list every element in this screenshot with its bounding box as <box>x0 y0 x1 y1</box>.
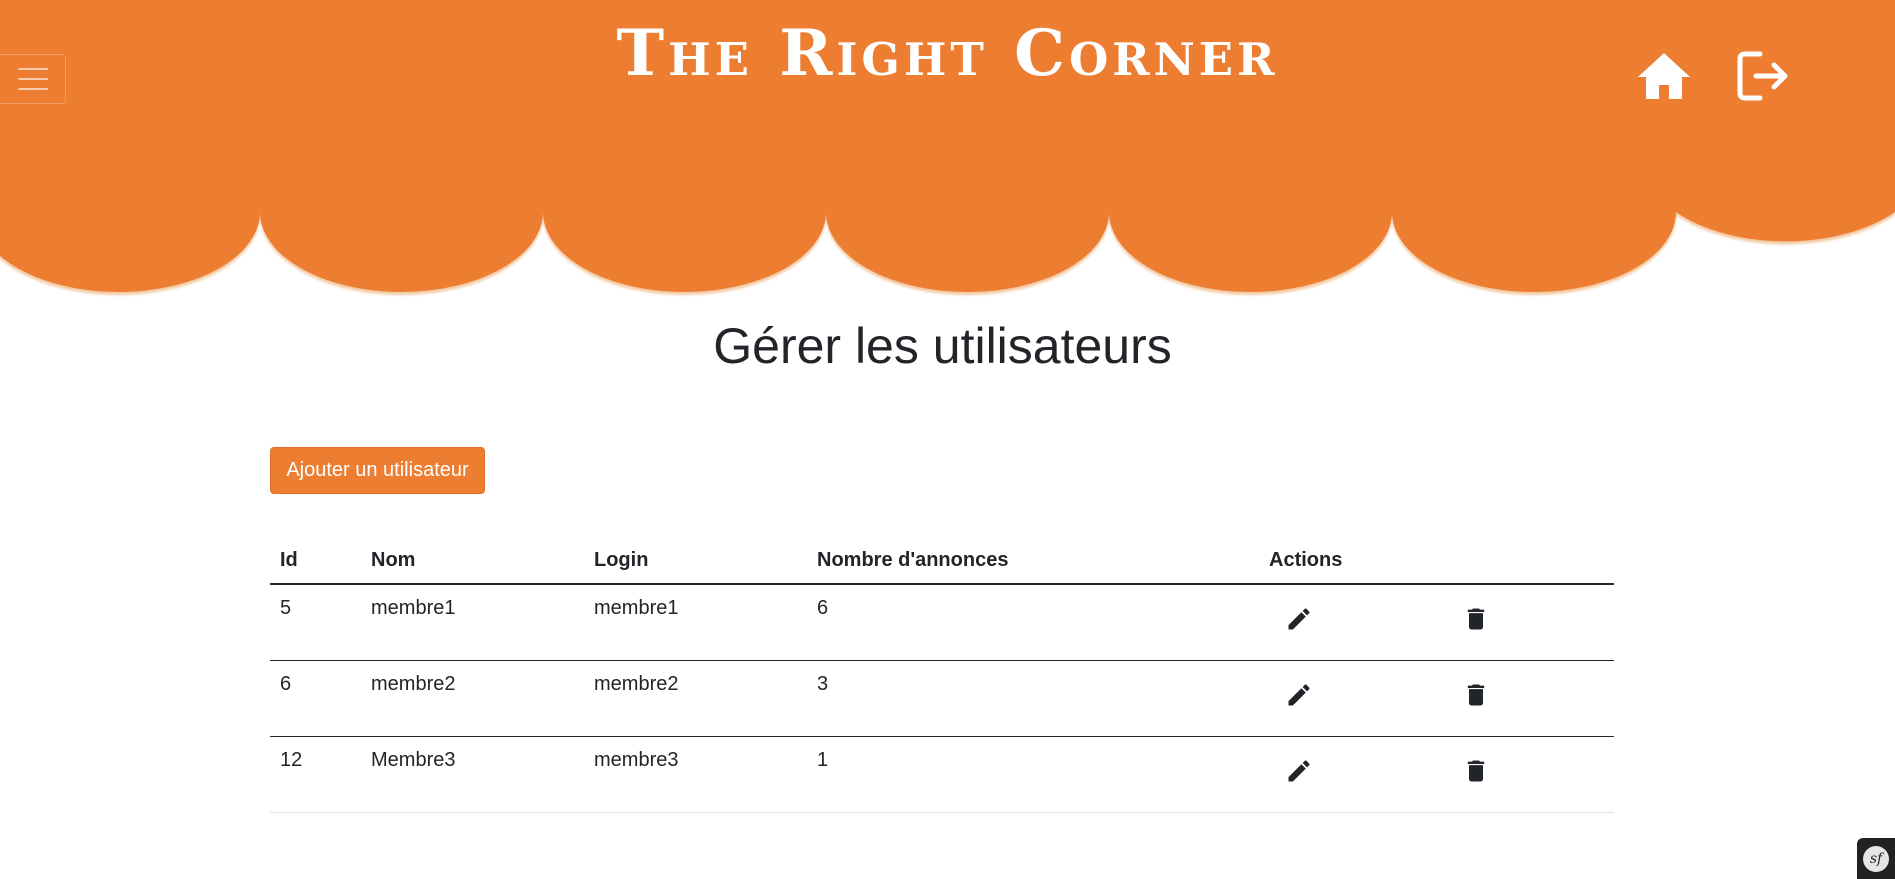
column-header-id: Id <box>270 538 361 585</box>
debug-toolbar-label: sf <box>1863 845 1889 872</box>
site-title: The Right Corner <box>616 16 1279 91</box>
cell-annonces: 3 <box>807 660 1259 737</box>
cell-edit <box>1259 736 1436 813</box>
site-header: The Right Corner <box>0 0 1895 300</box>
symfony-logo-icon[interactable]: sf <box>1857 838 1895 879</box>
table-row: 5 membre1 membre1 6 <box>270 584 1614 661</box>
pencil-icon[interactable] <box>1285 681 1313 709</box>
logout-icon[interactable] <box>1736 50 1792 102</box>
trash-icon[interactable] <box>1462 605 1490 633</box>
column-header-login: Login <box>584 538 807 585</box>
trash-icon[interactable] <box>1462 681 1490 709</box>
cell-id: 5 <box>270 584 361 661</box>
pencil-icon[interactable] <box>1285 605 1313 633</box>
cell-edit <box>1259 660 1436 737</box>
cell-login: membre3 <box>584 736 807 813</box>
column-header-nom: Nom <box>361 538 584 585</box>
menu-bar-line <box>17 88 48 90</box>
cell-login: membre2 <box>584 660 807 737</box>
table-header-row: Id Nom Login Nombre d'annonces Actions <box>270 538 1614 585</box>
table-row: 6 membre2 membre2 3 <box>270 660 1614 737</box>
column-header-empty <box>1436 538 1614 585</box>
cell-nom: membre1 <box>361 584 584 661</box>
column-header-actions: Actions <box>1259 538 1436 585</box>
add-user-button[interactable]: Ajouter un utilisateur <box>270 447 485 494</box>
cell-login: membre1 <box>584 584 807 661</box>
cell-nom: Membre3 <box>361 736 584 813</box>
cell-delete <box>1436 736 1614 813</box>
table-row: 12 Membre3 membre3 1 <box>270 736 1614 813</box>
cell-id: 6 <box>270 660 361 737</box>
cell-delete <box>1436 660 1614 737</box>
cell-edit <box>1259 584 1436 661</box>
cell-annonces: 1 <box>807 736 1259 813</box>
cell-delete <box>1436 584 1614 661</box>
cell-nom: membre2 <box>361 660 584 737</box>
trash-icon[interactable] <box>1462 757 1490 785</box>
cell-annonces: 6 <box>807 584 1259 661</box>
page-title: Gérer les utilisateurs <box>713 318 1172 374</box>
users-table: Id Nom Login Nombre d'annonces Actions 5… <box>270 538 1614 813</box>
cell-id: 12 <box>270 736 361 813</box>
column-header-annonces: Nombre d'annonces <box>807 538 1259 585</box>
home-icon[interactable] <box>1636 50 1692 102</box>
pencil-icon[interactable] <box>1285 757 1313 785</box>
